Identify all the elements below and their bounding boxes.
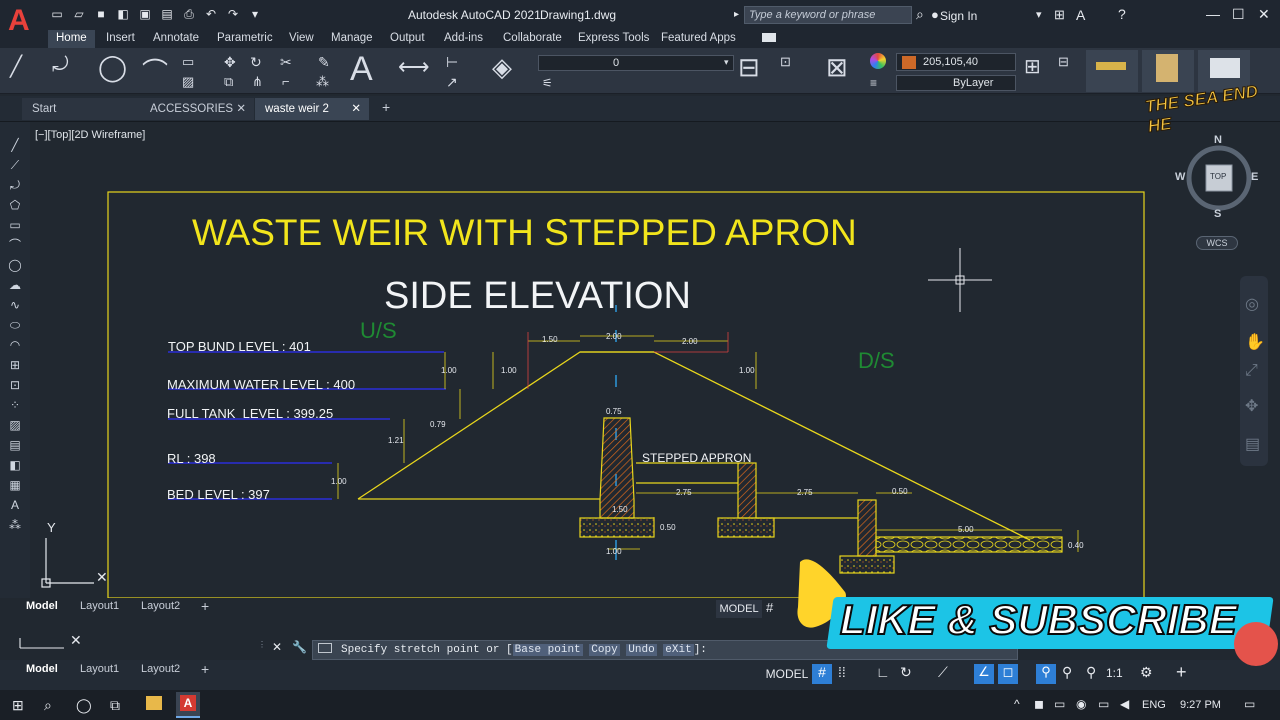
customize-command-icon[interactable]: 🔧 <box>292 640 307 654</box>
pan-icon[interactable]: ✋ <box>1245 332 1265 352</box>
snap-mode-icon[interactable]: ⁞⁞ <box>838 664 846 680</box>
language-indicator[interactable]: ENG <box>1142 699 1166 711</box>
bed-level-label: BED LEVEL : 397 <box>167 487 270 502</box>
dim-label: 0.50 <box>892 487 908 496</box>
showmotion-icon[interactable]: ▤ <box>1245 434 1260 454</box>
ortho-icon[interactable]: ∟ <box>876 664 890 680</box>
tray-chevron-icon[interactable]: ^ <box>1014 697 1020 711</box>
dim-label: 1.50 <box>542 335 558 344</box>
battery-icon[interactable]: ▭ <box>1098 697 1109 711</box>
option-base-point[interactable]: Base point <box>512 644 583 656</box>
notification-bell-circle <box>1234 622 1278 666</box>
upstream-label: U/S <box>360 318 397 343</box>
layout-tab-model[interactable]: Model <box>26 600 58 612</box>
dim-label: 2.00 <box>682 337 698 346</box>
file-explorer-icon[interactable] <box>146 696 162 710</box>
taskbar-search-icon[interactable]: ⌕ <box>44 697 52 714</box>
task-view-icon[interactable]: ⧉ <box>110 697 120 714</box>
dim-label: 1.00 <box>331 477 347 486</box>
viewcube-top-face[interactable]: TOP <box>1210 172 1226 181</box>
autocad-taskbar-icon: A <box>180 695 196 711</box>
ucs-icon <box>41 538 94 588</box>
wcs-menu[interactable]: WCS <box>1196 236 1238 250</box>
polar-icon[interactable]: ↻ <box>900 664 912 681</box>
status-add-layout-icon[interactable]: + <box>201 661 209 677</box>
ucs-x-label: ✕ <box>96 569 108 585</box>
annotation-monitor-icon[interactable]: + <box>1176 662 1187 683</box>
dim-label: 1.00 <box>606 547 622 556</box>
dim-label: 1.21 <box>388 436 404 445</box>
clock[interactable]: 9:27 PM <box>1180 699 1221 711</box>
stepped-apron-label: STEPPED APPRON <box>642 451 752 465</box>
weir-body <box>579 417 1063 574</box>
ucs-y-label: Y <box>47 520 56 535</box>
volume-icon[interactable]: ◀ <box>1120 697 1129 711</box>
option-copy[interactable]: Copy <box>589 644 620 656</box>
dim-label: 2.75 <box>797 488 813 497</box>
annotation-visibility-icon[interactable]: ⚲ <box>1036 664 1056 684</box>
dim-label: 2.00 <box>606 332 622 341</box>
top-bund-level-label: TOP BUND LEVEL : 401 <box>168 339 311 354</box>
scale-dropdown[interactable]: 1:1 <box>1106 666 1123 680</box>
close-command-icon[interactable]: ✕ <box>272 640 282 654</box>
dim-label: 0.79 <box>430 420 446 429</box>
command-grip-icon[interactable]: ⋮ <box>258 640 266 649</box>
option-exit[interactable]: eXit <box>663 644 694 656</box>
network-icon[interactable]: ▭ <box>1054 697 1065 711</box>
dim-label: 1.00 <box>739 366 755 375</box>
dim-label: 1.00 <box>441 366 457 375</box>
embankment-section <box>357 351 1031 541</box>
dim-label: 2.75 <box>676 488 692 497</box>
model-space-button[interactable]: MODEL <box>716 600 762 618</box>
add-layout-icon[interactable]: + <box>201 598 209 614</box>
status-tab-layout1[interactable]: Layout1 <box>80 663 119 675</box>
dim-label: 0.75 <box>606 407 622 416</box>
compass-west[interactable]: W <box>1175 171 1185 183</box>
max-water-level-label: MAXIMUM WATER LEVEL : 400 <box>167 377 356 392</box>
orbit-icon[interactable]: ✥ <box>1245 396 1258 416</box>
layout-tab-layout2[interactable]: Layout2 <box>141 600 180 612</box>
dim-label: 1.00 <box>501 366 517 375</box>
status-tab-model[interactable]: Model <box>26 663 58 675</box>
command-prompt-text: Specify stretch point or [ <box>341 644 513 656</box>
zoom-extents-icon[interactable]: ⤢ <box>1245 362 1258 380</box>
status-model-button[interactable]: MODEL <box>764 664 810 684</box>
compass-north[interactable]: N <box>1214 134 1222 146</box>
command-history-icon[interactable] <box>318 643 332 653</box>
notifications-icon[interactable]: ▭ <box>1244 697 1255 711</box>
cortana-icon[interactable]: ◯ <box>76 697 92 714</box>
dim-label: 5.00 <box>958 525 974 534</box>
rl-label: RL : 398 <box>167 451 216 466</box>
autoscale-icon[interactable]: ⚲ <box>1062 664 1072 681</box>
compass-east[interactable]: E <box>1251 171 1258 183</box>
downstream-label: D/S <box>858 348 895 373</box>
layout-tab-layout1[interactable]: Layout1 <box>80 600 119 612</box>
annotation-scale-icon[interactable]: ⚲ <box>1086 664 1096 681</box>
grid-toggle-icon[interactable]: # <box>766 600 773 615</box>
tray-app-icon[interactable]: ◼ <box>1034 697 1044 711</box>
crosshair-cursor <box>928 248 992 312</box>
full-tank-level-label: FULL TANK LEVEL : 399.25 <box>167 406 334 421</box>
drawing-subtitle: SIDE ELEVATION <box>384 275 691 317</box>
red-extension-lines <box>527 332 729 389</box>
dim-label: 0.50 <box>660 523 676 532</box>
windows-start-icon[interactable]: ⊞ <box>12 697 24 714</box>
status-tab-layout2[interactable]: Layout2 <box>141 663 180 675</box>
tray-icon[interactable]: ◉ <box>1076 697 1086 711</box>
workspace-gear-icon[interactable]: ⚙ <box>1140 664 1153 681</box>
command-end-text: ]: <box>693 644 707 656</box>
compass-south[interactable]: S <box>1214 208 1221 220</box>
osnap-tracking-icon[interactable]: ∠ <box>974 664 994 684</box>
dim-label: 1.50 <box>612 505 628 514</box>
grid-mode-icon[interactable]: # <box>812 664 832 684</box>
steering-wheel-icon[interactable]: ◎ <box>1245 294 1259 314</box>
ucs-x-mark-icon: ✕ <box>70 632 82 648</box>
like-subscribe-text: LIKE & SUBSCRIBE <box>839 595 1238 644</box>
dim-label: 0.40 <box>1068 541 1084 550</box>
drawing-title: WASTE WEIR WITH STEPPED APRON <box>192 212 857 253</box>
option-undo[interactable]: Undo <box>626 644 657 656</box>
isodraft-icon[interactable]: ⟋ <box>938 664 948 681</box>
object-snap-icon[interactable]: ◻ <box>998 664 1018 684</box>
